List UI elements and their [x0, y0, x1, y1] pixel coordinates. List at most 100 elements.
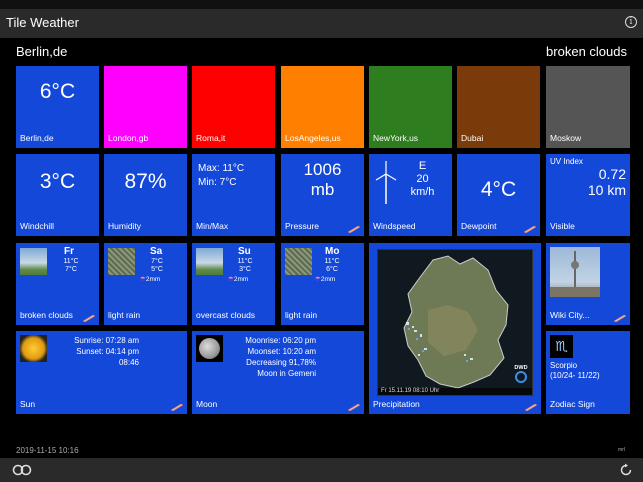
- precipitation-label: Precipitation: [373, 399, 420, 409]
- cloud-image: [20, 248, 47, 275]
- pressure-tile[interactable]: 1006 mb Pressure: [281, 154, 364, 236]
- forecast-day: Sa: [150, 246, 163, 257]
- wind-tile[interactable]: E 20 km/h Windspeed: [369, 154, 452, 236]
- app-title: Tile Weather: [6, 15, 79, 30]
- edit-icon[interactable]: [523, 225, 537, 233]
- city-tile-london[interactable]: London,gb: [104, 66, 187, 148]
- moon-label: Moon: [196, 399, 218, 409]
- daylight-duration: 08:46: [118, 358, 139, 367]
- edit-icon[interactable]: [82, 314, 96, 322]
- wind-speed: 20: [416, 173, 429, 185]
- city-tile-dubai[interactable]: Dubai: [457, 66, 540, 148]
- germany-map-icon: [378, 250, 532, 395]
- city-tile-roma[interactable]: Roma,it: [192, 66, 275, 148]
- forecast-tile-su[interactable]: Su 11°C 3°C ☂2mm overcast clouds: [192, 243, 275, 325]
- forecast-tile-fr[interactable]: Fr 11°C 7°C broken clouds: [16, 243, 99, 325]
- forecast-lo: 6°C: [326, 266, 338, 273]
- sun-icon: [20, 335, 47, 362]
- minmax-label: Min/Max: [196, 221, 229, 231]
- wind-unit: km/h: [410, 186, 435, 198]
- forecast-hi: 11°C: [63, 258, 79, 265]
- moonset-time: Moonset: 10:20 am: [247, 347, 316, 356]
- city-tile-berlin[interactable]: 6°C Berlin,de: [16, 66, 99, 148]
- windchill-tile[interactable]: 3°C Windchill: [16, 154, 99, 236]
- windchill-value: 3°C: [39, 170, 76, 193]
- visible-label: Visible: [550, 221, 575, 231]
- forecast-rain: ☂2mm: [228, 276, 249, 283]
- city-name: Moskow: [550, 133, 582, 143]
- forecast-lo: 3°C: [239, 266, 251, 273]
- sunset-time: Sunset: 04:14 pm: [76, 347, 139, 356]
- city-name: NewYork,us: [373, 133, 419, 143]
- forecast-day: Fr: [64, 246, 74, 257]
- humidity-tile[interactable]: 87% Humidity: [104, 154, 187, 236]
- forecast-rain: ☂2mm: [315, 276, 336, 283]
- sunrise-time: Sunrise: 07:28 am: [74, 336, 139, 345]
- city-tile-newyork[interactable]: NewYork,us: [369, 66, 452, 148]
- city-temp: 6°C: [39, 80, 76, 103]
- moon-icon: [196, 335, 223, 362]
- edit-icon[interactable]: [347, 403, 361, 411]
- zodiac-tile[interactable]: ♏ Scorpio (10/24- 11/22) Zodiac Sign: [546, 331, 630, 414]
- forecast-label: light rain: [108, 310, 141, 320]
- forecast-hi: 7°C: [151, 258, 163, 265]
- rain-image: [285, 248, 312, 275]
- moonrise-time: Moonrise: 06:20 pm: [245, 336, 316, 345]
- minmax-tile[interactable]: Max: 11°C Min: 7°C Min/Max: [192, 154, 275, 236]
- radar-map: Fr 15.11.19 08:10 Uhr DWD: [377, 249, 533, 396]
- location-row: Berlin,de broken clouds: [16, 44, 627, 62]
- windchill-label: Windchill: [20, 221, 55, 231]
- zodiac-name: Scorpio: [550, 361, 578, 370]
- forecast-lo: 7°C: [65, 266, 77, 273]
- dwd-logo: DWD: [513, 365, 529, 385]
- scorpio-icon: ♏: [550, 335, 573, 358]
- dewpoint-tile[interactable]: 4°C Dewpoint: [457, 154, 540, 236]
- current-condition: broken clouds: [546, 44, 627, 59]
- pressure-unit: mb: [310, 180, 335, 199]
- forecast-hi: 11°C: [237, 258, 253, 265]
- visible-tile[interactable]: UV Index 0.72 10 km Visible: [546, 154, 630, 236]
- forecast-label: broken clouds: [20, 310, 73, 320]
- forecast-label: light rain: [285, 310, 318, 320]
- dewpoint-label: Dewpoint: [461, 221, 497, 231]
- precipitation-tile[interactable]: Fr 15.11.19 08:10 Uhr DWD Precipitation: [369, 243, 541, 414]
- moon-tile[interactable]: Moonrise: 06:20 pm Moonset: 10:20 am Dec…: [192, 331, 364, 414]
- city-tile-moskow[interactable]: Moskow: [546, 66, 630, 148]
- bottom-toolbar: [0, 458, 643, 482]
- title-bar: Tile Weather i: [0, 0, 643, 38]
- cloud-image: [196, 248, 223, 275]
- link-icon[interactable]: [12, 462, 32, 478]
- uv-title: UV Index: [550, 157, 583, 166]
- city-name: London,gb: [108, 133, 149, 143]
- city-name: Roma,it: [196, 133, 226, 143]
- wiki-tile[interactable]: Wiki City...: [546, 243, 630, 325]
- sun-tile[interactable]: Sunrise: 07:28 am Sunset: 04:14 pm 08:46…: [16, 331, 187, 414]
- edit-icon[interactable]: [170, 403, 184, 411]
- forecast-hi: 11°C: [324, 258, 340, 265]
- forecast-label: overcast clouds: [196, 310, 256, 320]
- sun-label: Sun: [20, 399, 36, 409]
- city-name: Dubai: [461, 133, 484, 143]
- forecast-lo: 5°C: [151, 266, 163, 273]
- moon-sign: Moon in Gemeni: [257, 369, 316, 378]
- current-city: Berlin,de: [16, 44, 68, 59]
- wind-direction: E: [418, 160, 427, 172]
- min-temp: Min: 7°C: [198, 177, 237, 188]
- wind-turbine-icon: [375, 161, 397, 204]
- forecast-tile-sa[interactable]: Sa 7°C 5°C ☂2mm light rain: [104, 243, 187, 325]
- radar-timestamp: Fr 15.11.19 08:10 Uhr: [381, 388, 440, 394]
- pressure-label: Pressure: [285, 221, 320, 231]
- edit-icon[interactable]: [613, 314, 627, 322]
- info-icon[interactable]: i: [625, 16, 637, 28]
- forecast-day: Su: [238, 246, 251, 257]
- forecast-rain: ☂2mm: [140, 276, 161, 283]
- wiki-label: Wiki City...: [550, 310, 590, 320]
- forecast-tile-mo[interactable]: Mo 11°C 6°C ☂2mm light rain: [281, 243, 364, 325]
- pressure-value: 1006: [303, 160, 342, 179]
- edit-icon[interactable]: [524, 403, 538, 411]
- refresh-icon[interactable]: [619, 463, 633, 477]
- dewpoint-value: 4°C: [480, 178, 517, 201]
- edit-icon[interactable]: [347, 225, 361, 233]
- update-timestamp: 2019-11-15 10:16: [16, 446, 79, 455]
- city-tile-losangeles[interactable]: LosAngeles,us: [281, 66, 364, 148]
